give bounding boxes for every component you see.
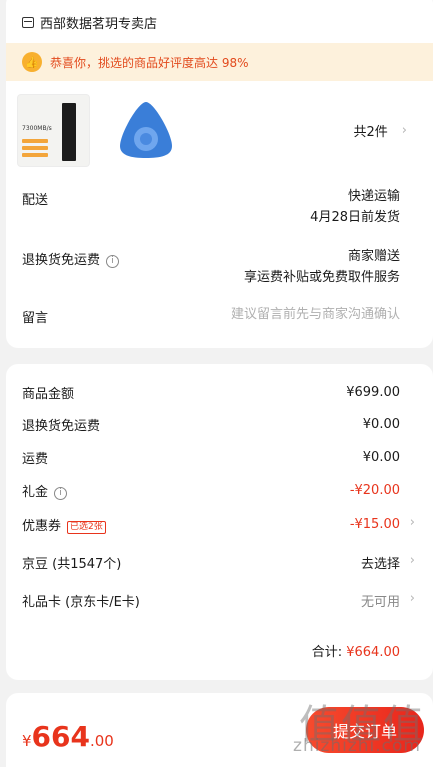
return-fee-label: 退换货免运费 [22,418,101,434]
total-value: ¥664.00 [346,645,400,660]
product-thumbnail-tool[interactable] [110,94,183,167]
ssd-tag-bar [22,146,48,150]
price-summary-card: 商品金额 ¥699.00 退换货免运费 ¥0.00 运费 ¥0.00 礼金 i -… [6,364,433,680]
price-currency: ¥ [22,732,32,750]
giftcard-label: 礼品卡 (京东卡/E卡) [22,594,140,610]
shipping-row: 运费 ¥0.00 [22,447,400,467]
coupon-row[interactable]: 优惠券 已选2张 -¥15.00 [22,514,400,534]
ssd-tag-bar [22,153,48,157]
note-label: 留言 [22,311,49,326]
coupon-badge: 已选2张 [67,520,106,534]
chevron-right-icon: › [409,591,415,606]
total-row: 合计: ¥664.00 [312,641,400,660]
gift-value: -¥20.00 [349,482,400,498]
ssd-image [62,103,76,161]
promo-text: 恭喜你，挑选的商品好评度高达 98% [50,55,249,70]
order-items-card: 西部数据茗玥专卖店 👍 恭喜你，挑选的商品好评度高达 98% 7300MB/s … [6,0,433,348]
ssd-thumb-text: 7300MB/s [22,125,52,132]
info-icon[interactable]: i [54,486,68,500]
total-label: 合计: [311,645,343,660]
product-thumbnail-ssd[interactable]: 7300MB/s [17,94,90,167]
coupon-label: 优惠券 [22,518,62,534]
promo-banner: 👍 恭喜你，挑选的商品好评度高达 98% [6,43,433,81]
return-fee-value: ¥0.00 [362,416,400,432]
jingdou-label: 京豆 (共1547个) [22,556,122,572]
chevron-right-icon: › [401,123,407,138]
price-integer: 664 [31,720,90,753]
gift-label: 礼金 [22,484,49,500]
shop-row[interactable]: 西部数据茗玥专卖店 [22,12,157,32]
giftcard-value: 无可用 [360,594,400,610]
shipping-label: 运费 [22,451,49,467]
info-icon[interactable]: i [106,255,120,268]
coupon-value: -¥15.00 [349,516,400,532]
ssd-tag-bar [22,139,48,143]
chevron-right-icon: › [409,553,415,568]
goods-label: 商品金额 [22,386,75,402]
delivery-date: 4月28日前发货 [310,210,400,225]
product-count[interactable]: 共2件 › [354,121,407,140]
return-row: 退换货免运费 i [22,249,120,268]
shop-icon [22,16,34,28]
shipping-value: ¥0.00 [362,449,400,465]
thumb-up-icon: 👍 [22,52,42,72]
goods-amount-row: 商品金额 ¥699.00 [22,382,400,402]
delivery-method: 快递运输 [347,189,400,204]
goods-value: ¥699.00 [346,384,400,400]
watermark-url: zhizhizhi.com [293,736,421,756]
return-fee-row: 退换货免运费 ¥0.00 [22,414,400,434]
shop-name: 西部数据茗玥专卖店 [40,16,158,32]
triangle-tool-image [120,102,172,158]
price-decimal: .00 [90,732,114,750]
jingdou-row[interactable]: 京豆 (共1547个) 去选择 [22,552,400,572]
final-price: ¥664.00 [22,720,114,753]
delivery-label: 配送 [22,193,49,208]
return-info: 商家赠送 享运费补贴或免费取件服务 [244,246,400,288]
giftcard-row[interactable]: 礼品卡 (京东卡/E卡) 无可用 [22,590,400,610]
gift-row: 礼金 i -¥20.00 [22,480,400,500]
jingdou-value: 去选择 [360,556,400,572]
chevron-right-icon: › [409,515,415,530]
return-line1: 商家赠送 [347,249,400,264]
note-input[interactable]: 建议留言前先与商家沟通确认 [231,304,400,325]
return-label: 退换货免运费 [22,253,101,268]
return-line2: 享运费补贴或免费取件服务 [243,270,400,285]
delivery-info[interactable]: 快递运输 4月28日前发货 [310,186,400,228]
product-count-label: 共2件 [353,125,388,140]
